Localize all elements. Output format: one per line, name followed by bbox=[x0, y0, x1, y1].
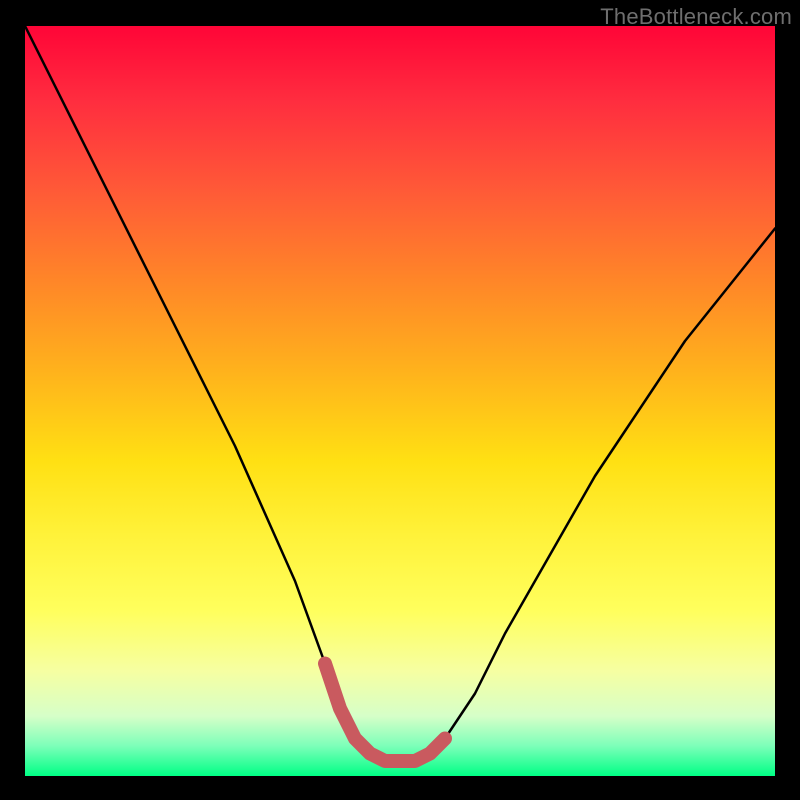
chart-plot-area bbox=[25, 26, 775, 776]
bottleneck-curve bbox=[25, 26, 775, 761]
chart-stage: TheBottleneck.com bbox=[0, 0, 800, 800]
optimal-range-highlight bbox=[325, 664, 445, 762]
watermark-text: TheBottleneck.com bbox=[600, 4, 792, 30]
chart-svg bbox=[25, 26, 775, 776]
